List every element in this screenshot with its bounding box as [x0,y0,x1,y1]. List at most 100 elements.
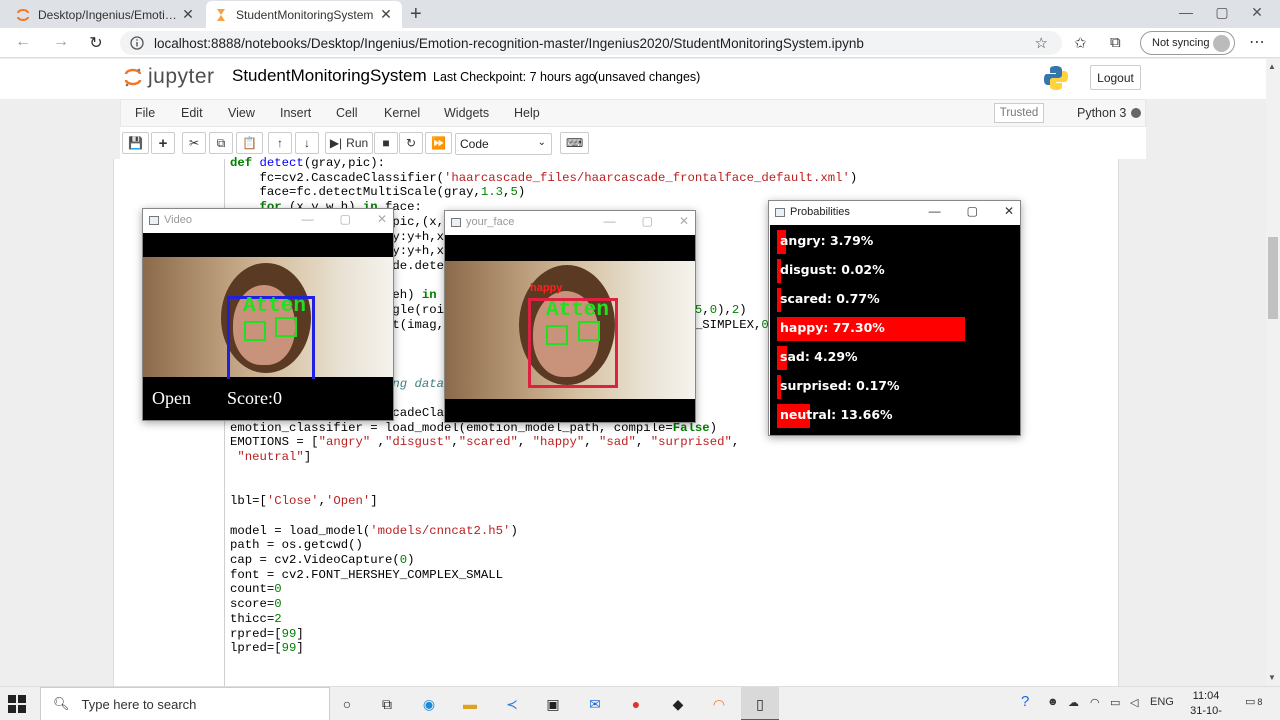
move-up-icon[interactable]: ↑ [268,132,292,154]
reload-icon[interactable]: ↻ [85,33,107,53]
taskbar-search[interactable]: 🔍︎ Type here to search [40,687,330,720]
window-app-icon [149,215,159,225]
profile-sync-button[interactable]: Not syncing [1140,31,1235,55]
face-window-title: your_face [466,216,515,228]
file-explorer-icon[interactable]: ▬ [460,694,480,714]
probabilities-window-title: Probabilities [790,206,850,218]
menu-insert[interactable]: Insert [280,106,311,120]
menu-file[interactable]: File [135,106,155,120]
move-down-icon[interactable]: ↓ [295,132,319,154]
trusted-badge[interactable]: Trusted [994,103,1044,123]
close-tab-icon[interactable]: ✕ [180,6,196,23]
kernel-name[interactable]: Python 3 [1077,106,1126,120]
scroll-down-icon[interactable]: ▼ [1268,673,1276,682]
dropbox-icon[interactable]: ◆ [668,694,688,714]
edge-browser-icon[interactable]: ◉ [419,694,439,714]
logout-button[interactable]: Logout [1090,65,1141,90]
page-scrollbar[interactable]: ▲ ▼ [1266,59,1280,686]
more-menu-icon[interactable]: ⋯ [1249,32,1265,52]
windows-start-icon[interactable] [6,693,28,715]
back-icon[interactable]: ← [12,33,34,53]
vscode-icon[interactable]: ≺ [502,694,522,714]
maximize-icon[interactable]: ▢ [967,204,978,218]
score-text: Score:0 [227,388,282,408]
close-icon[interactable]: ✕ [377,212,387,226]
copy-icon[interactable]: ⧉ [209,132,233,154]
maximize-icon[interactable]: ▢ [1207,4,1237,21]
command-palette-icon[interactable]: ⌨ [560,132,590,154]
volume-icon[interactable]: ◁ [1130,696,1138,709]
video-window-titlebar[interactable]: Video — ▢ ✕ [143,209,393,231]
store-icon[interactable]: ▣ [543,694,563,714]
menu-view[interactable]: View [228,106,255,120]
scrollbar-thumb[interactable] [1268,237,1278,319]
probabilities-window-titlebar[interactable]: Probabilities — ▢ ✕ [769,201,1020,223]
cortana-icon[interactable]: ○ [337,694,357,714]
jupyter-taskbar-icon[interactable]: ◠ [709,694,729,714]
help-icon[interactable]: ? [1021,693,1029,710]
face-window-titlebar[interactable]: your_face — ▢ ✕ [445,211,695,233]
menu-kernel[interactable]: Kernel [384,106,420,120]
restart-run-all-icon[interactable]: ⏩ [425,132,452,154]
close-tab-icon[interactable]: ✕ [378,6,394,23]
task-view-icon[interactable]: ⧉ [377,694,397,714]
scroll-up-icon[interactable]: ▲ [1268,62,1276,71]
maximize-icon[interactable]: ▢ [340,212,351,226]
minimize-icon[interactable]: — [302,212,314,226]
save-icon[interactable]: 💾 [122,132,149,154]
probability-row: sad: 4.29% [770,346,1020,370]
url-field[interactable]: localhost:8888/notebooks/Desktop/Ingeniu… [120,31,1062,55]
new-tab-icon[interactable]: + [410,3,422,26]
browser-tab-strip: Desktop/Ingenius/Emotion-recognition-mas… [0,0,1280,28]
notebook-title[interactable]: StudentMonitoringSystem [232,66,427,86]
probabilities-window[interactable]: Probabilities — ▢ ✕ angry: 3.79% disgust: … [768,200,1021,436]
restart-icon[interactable]: ↻ [399,132,423,154]
system-clock[interactable]: 11:04 31-10-2020 [1180,689,1232,720]
onedrive-icon[interactable]: ☁ [1068,696,1079,709]
insert-cell-icon[interactable]: + [151,132,175,154]
checkpoint-status: Last Checkpoint: 7 hours ago [433,70,596,84]
menu-widgets[interactable]: Widgets [444,106,489,120]
notification-icon[interactable]: ▭ 8 [1245,695,1262,708]
jupyter-logo[interactable]: jupyter [124,65,215,89]
tab-title: StudentMonitoringSystem [236,7,374,22]
paste-icon[interactable]: 📋 [236,132,263,154]
tray-people-icon[interactable]: ☻ [1047,696,1059,708]
close-icon[interactable]: ✕ [1004,204,1014,218]
forward-icon[interactable]: → [50,33,72,53]
bookmark-star-icon[interactable]: ☆ [1035,34,1048,52]
browser-tab-notebook[interactable]: StudentMonitoringSystem ✕ [206,1,402,28]
tab-title: Desktop/Ingenius/Emotion-recognition-mas… [38,7,180,22]
menu-edit[interactable]: Edit [181,106,203,120]
minimize-icon[interactable]: — [929,204,941,218]
run-button[interactable]: ▶| Run [325,132,373,154]
battery-icon[interactable]: ▭ [1110,696,1120,709]
wifi-icon[interactable]: ◠ [1090,696,1100,709]
close-window-icon[interactable]: ✕ [1242,4,1272,21]
eye-status-text: Open [152,388,191,408]
maximize-icon[interactable]: ▢ [642,214,653,228]
favorites-icon[interactable]: ✩ [1074,34,1087,52]
info-icon[interactable] [130,36,144,50]
minimize-icon[interactable]: — [1171,4,1201,20]
interrupt-icon[interactable]: ■ [374,132,398,154]
video-window[interactable]: Video — ▢ ✕ Atten Open Score:0 [142,208,394,421]
mail-icon[interactable]: ✉ [585,694,605,714]
chrome-icon[interactable]: ● [626,694,646,714]
cut-icon[interactable]: ✂ [182,132,206,154]
browser-tab-home[interactable]: Desktop/Ingenius/Emotion-recognition-mas… [8,1,204,28]
collections-icon[interactable]: ⧉ [1110,34,1121,51]
face-window[interactable]: your_face — ▢ ✕ Atten happy [444,210,696,423]
menu-help[interactable]: Help [514,106,540,120]
probability-row: scared: 0.77% [770,288,1020,312]
menu-cell[interactable]: Cell [336,106,358,120]
notepad-icon[interactable]: ▯ [750,694,770,714]
minimize-icon[interactable]: — [604,214,616,228]
close-icon[interactable]: ✕ [679,214,689,228]
probability-canvas: angry: 3.79% disgust: 0.02% scared: 0.77… [770,225,1020,435]
attention-overlay-text: Atten [546,299,610,322]
language-indicator[interactable]: ENG [1150,696,1174,708]
cell-type-select[interactable]: Code ⌄ [455,133,552,155]
probability-row: angry: 3.79% [770,230,1020,254]
eye-box-right [275,317,297,337]
